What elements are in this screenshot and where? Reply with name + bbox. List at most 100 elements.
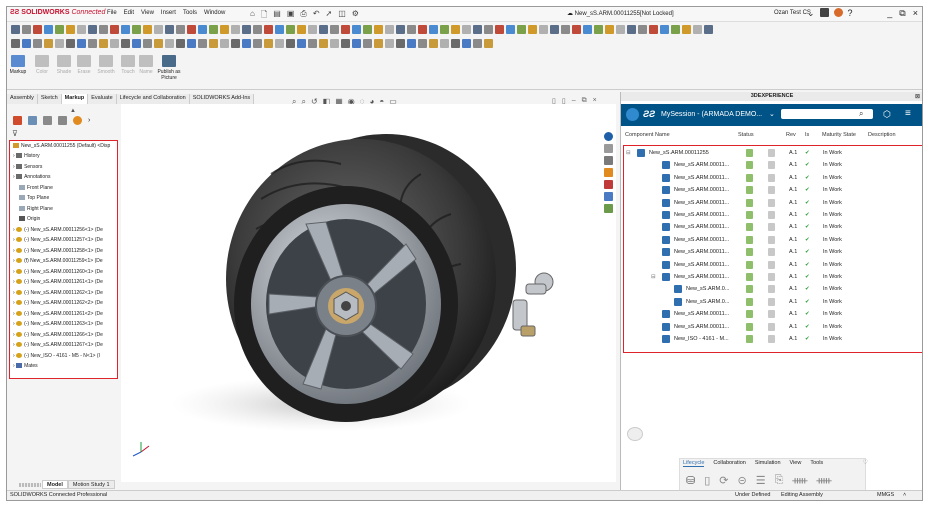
sketch-tool-icon[interactable] (462, 39, 471, 48)
minimize-icon[interactable]: _ (887, 8, 892, 19)
user-name[interactable]: Ozan Test CS (774, 10, 811, 16)
standard-tool-icon[interactable] (704, 25, 713, 34)
standard-tool-icon[interactable] (484, 25, 493, 34)
tab-solidworks-add-ins[interactable]: SOLIDWORKS Add-Ins (189, 94, 255, 104)
sketch-tool-icon[interactable] (209, 39, 218, 48)
table-row[interactable]: New_sS.ARM.00011... A.1 ✔ In Work (624, 198, 922, 210)
tree-item-part[interactable]: › (f) New_sS.ARM.00011259<1> (De (13, 258, 103, 264)
lifecycle-tab-view[interactable]: View (790, 460, 802, 467)
sketch-tool-icon[interactable] (242, 39, 251, 48)
sketch-tool-icon[interactable] (110, 39, 119, 48)
tree-item-folder[interactable]: › Annotations (13, 174, 50, 180)
command-color[interactable]: Color (33, 55, 51, 75)
standard-tool-icon[interactable] (132, 25, 141, 34)
sketch-tool-icon[interactable] (22, 39, 31, 48)
standard-tool-icon[interactable] (550, 25, 559, 34)
standard-tool-icon[interactable] (616, 25, 625, 34)
standard-tool-icon[interactable] (319, 25, 328, 34)
standard-tool-icon[interactable] (55, 25, 64, 34)
restore-icon[interactable]: ⧉ (899, 8, 905, 19)
tree-item-origin[interactable]: Origin (19, 216, 40, 222)
tab-sketch[interactable]: Sketch (37, 94, 62, 104)
standard-tool-icon[interactable] (572, 25, 581, 34)
sketch-tool-icon[interactable] (297, 39, 306, 48)
sketch-tool-icon[interactable] (220, 39, 229, 48)
rebuild-icon[interactable]: ◫ (338, 9, 346, 23)
standard-tool-icon[interactable] (407, 25, 416, 34)
display-manager-icon[interactable] (73, 116, 82, 125)
tree-item-plane[interactable]: Front Plane (19, 185, 53, 191)
lifecycle-tab-tools[interactable]: Tools (810, 460, 823, 467)
lock-icon[interactable]: ⊝ (738, 474, 747, 487)
sketch-tool-icon[interactable] (363, 39, 372, 48)
sketch-tool-icon[interactable] (352, 39, 361, 48)
column-header[interactable]: Description (868, 132, 896, 138)
units-chevron-icon[interactable]: ˄ (903, 492, 906, 498)
status-units[interactable]: MMGS (877, 492, 894, 498)
standard-tool-icon[interactable] (253, 25, 262, 34)
command-publish-as-picture[interactable]: Publish as Picture (155, 55, 183, 81)
sketch-tool-icon[interactable] (418, 39, 427, 48)
column-header[interactable]: Is (805, 132, 809, 138)
revision-icon[interactable]: ⟳ (719, 474, 728, 487)
tag-icon[interactable]: ⬡ (883, 109, 891, 120)
standard-tool-icon[interactable] (561, 25, 570, 34)
standard-tool-icon[interactable] (33, 25, 42, 34)
table-row[interactable]: New_sS.ARM.00011... A.1 ✔ In Work (624, 247, 922, 259)
sketch-tool-icon[interactable] (275, 39, 284, 48)
column-header[interactable]: Status (738, 132, 754, 138)
standard-tool-icon[interactable] (352, 25, 361, 34)
standard-tool-icon[interactable] (451, 25, 460, 34)
filter-icon[interactable]: ⊽ (12, 129, 18, 138)
tree-root[interactable]: New_sS.ARM.00011255 (Default) <Disp (13, 143, 110, 149)
command-erase[interactable]: Erase (75, 55, 93, 75)
standard-tool-icon[interactable] (649, 25, 658, 34)
standard-tool-icon[interactable] (165, 25, 174, 34)
standard-tool-icon[interactable] (341, 25, 350, 34)
heart-icon[interactable]: ♡ (863, 459, 868, 466)
lifecycle-tab-simulation[interactable]: Simulation (755, 460, 781, 467)
standard-tool-icon[interactable] (242, 25, 251, 34)
select-icon[interactable]: ➚ (326, 9, 333, 23)
standard-tool-icon[interactable] (682, 25, 691, 34)
standard-tool-icon[interactable] (220, 25, 229, 34)
tree-item-folder[interactable]: › History (13, 153, 40, 159)
home-icon[interactable]: ⌂ (250, 9, 255, 23)
standard-tool-icon[interactable] (275, 25, 284, 34)
tab-model[interactable]: Model (42, 480, 68, 489)
save-icon[interactable]: ▣ (287, 9, 295, 23)
standard-tool-icon[interactable] (297, 25, 306, 34)
table-row[interactable]: New_sS.ARM.0... A.1 ✔ In Work (624, 297, 922, 309)
command-name[interactable]: Name (137, 55, 155, 75)
undo-icon[interactable]: ↶ (313, 9, 320, 23)
sketch-tool-icon[interactable] (165, 39, 174, 48)
property-manager-icon[interactable] (28, 116, 37, 125)
sketch-tool-icon[interactable] (253, 39, 262, 48)
avatar[interactable] (833, 8, 843, 17)
tab-evaluate[interactable]: Evaluate (88, 94, 117, 104)
configuration-manager-icon[interactable] (43, 116, 52, 125)
open-icon[interactable]: ▤ (273, 9, 281, 23)
standard-tool-icon[interactable] (583, 25, 592, 34)
standard-tool-icon[interactable] (374, 25, 383, 34)
view-palette-tab-icon[interactable] (604, 180, 613, 189)
3dexperience-tab-icon[interactable] (604, 132, 613, 141)
save-to-platform-icon[interactable]: ⛁ (686, 474, 695, 487)
sketch-tool-icon[interactable] (319, 39, 328, 48)
standard-tool-icon[interactable] (605, 25, 614, 34)
sketch-tool-icon[interactable] (121, 39, 130, 48)
standard-tool-icon[interactable] (473, 25, 482, 34)
table-row[interactable]: New_sS.ARM.00011... A.1 ✔ In Work (624, 309, 922, 321)
sketch-tool-icon[interactable] (286, 39, 295, 48)
table-row[interactable]: New_sS.ARM.00011... A.1 ✔ In Work (624, 210, 922, 222)
collapse-icon[interactable]: ⊟ (626, 150, 631, 156)
options-icon[interactable]: ⚙ (352, 9, 359, 23)
sketch-tool-icon[interactable] (44, 39, 53, 48)
maturity-icon[interactable]: ☰ (756, 474, 766, 487)
sketch-tool-icon[interactable] (407, 39, 416, 48)
standard-tool-icon[interactable] (539, 25, 548, 34)
menu-view[interactable]: View (141, 10, 154, 16)
rename-icon[interactable]: ⎘ (775, 474, 784, 487)
sketch-tool-icon[interactable] (198, 39, 207, 48)
collapse-arrow-icon[interactable]: ▲ (70, 108, 76, 114)
